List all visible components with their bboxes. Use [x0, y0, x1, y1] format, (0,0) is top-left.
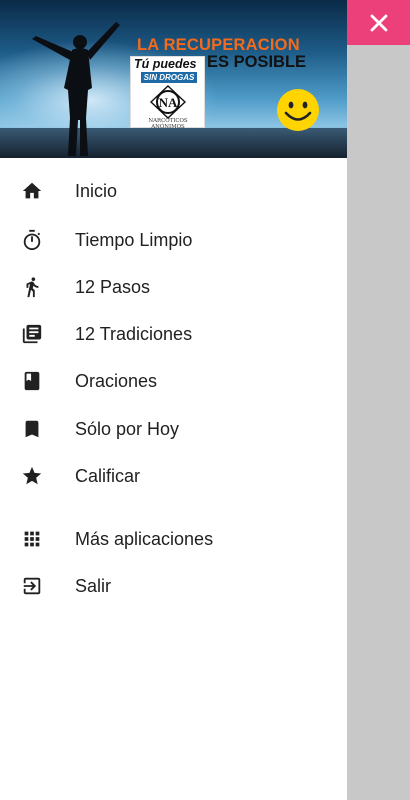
card-line2: SIN DROGAS: [141, 72, 197, 83]
menu-item-label: Salir: [75, 575, 112, 596]
home-icon: [20, 179, 44, 203]
menu-item-label: Más aplicaciones: [75, 528, 214, 549]
book-icon: [20, 369, 44, 393]
menu-item-salir[interactable]: Salir: [0, 563, 347, 609]
menu-item-12-tradiciones[interactable]: 12 Tradiciones: [0, 311, 347, 357]
menu-item-label: Tiempo Limpio: [75, 229, 193, 250]
walking-person-icon: [20, 275, 44, 299]
banner-title-line2: ES POSIBLE: [207, 53, 307, 71]
card-line1: Tú puedes: [134, 57, 197, 71]
menu-item-label: Sólo por Hoy: [75, 418, 180, 439]
close-icon: [370, 14, 387, 31]
menu-item-label: Inicio: [75, 180, 118, 201]
menu-item-solo-por-hoy[interactable]: Sólo por Hoy: [0, 406, 347, 452]
na-logo-card: Tú puedes SIN DROGAS NA NARCÓTICOS ANÓNI…: [130, 56, 205, 130]
smiley-face-icon: [277, 89, 319, 131]
menu-item-mas-aplicaciones[interactable]: Más aplicaciones: [0, 516, 347, 562]
timer-icon: [20, 228, 44, 252]
library-books-icon: [20, 322, 44, 346]
person-silhouette-image: [32, 22, 120, 156]
menu-item-calificar[interactable]: Calificar: [0, 453, 347, 499]
menu-item-inicio[interactable]: Inicio: [0, 168, 347, 214]
bookmark-icon: [20, 417, 44, 441]
na-logo-icon: NA: [150, 85, 186, 119]
exit-icon: [20, 574, 44, 598]
menu-item-12-pasos[interactable]: 12 Pasos: [0, 264, 347, 310]
menu-item-label: 12 Tradiciones: [75, 323, 193, 344]
menu-item-tiempo-limpio[interactable]: Tiempo Limpio: [0, 217, 347, 263]
apps-grid-icon: [20, 527, 44, 551]
header-banner: LA RECUPERACION ES POSIBLE Tú puedes SIN…: [0, 0, 347, 158]
menu-item-label: 12 Pasos: [75, 276, 151, 297]
close-drawer-button[interactable]: [347, 0, 410, 45]
menu-item-label: Oraciones: [75, 370, 158, 391]
svg-text:NA: NA: [159, 95, 178, 110]
menu-item-label: Calificar: [75, 465, 141, 486]
star-icon: [20, 464, 44, 488]
menu-item-oraciones[interactable]: Oraciones: [0, 358, 347, 404]
navigation-drawer: LA RECUPERACION ES POSIBLE Tú puedes SIN…: [0, 0, 347, 800]
drawer-scrim[interactable]: [347, 0, 410, 800]
card-line3: NARCÓTICOS ANÓNIMOS: [148, 118, 188, 130]
